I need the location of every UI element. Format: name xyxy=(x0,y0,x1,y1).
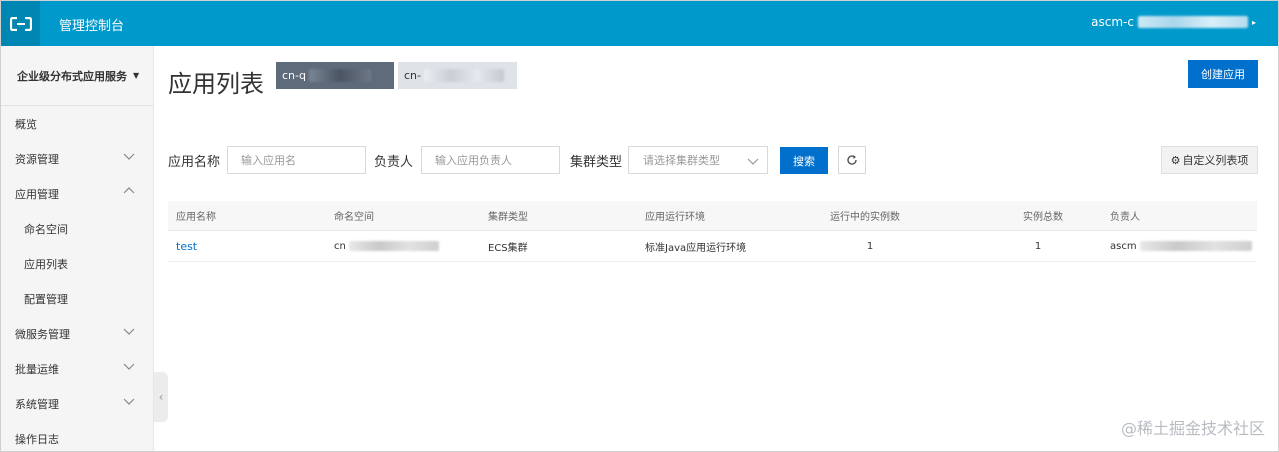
custom-columns-label: 自定义列表项 xyxy=(1182,154,1249,167)
cell-text: ECS集群 xyxy=(488,242,528,254)
cell-text: ascm xyxy=(1110,240,1137,252)
page-title: 应用列表 xyxy=(168,70,264,98)
application-table: 应用名称 命名空间 集群类型 应用运行环境 运行中的实例数 实例总数 负责人 test cn E… xyxy=(168,201,1257,262)
chevron-down-icon xyxy=(747,158,759,165)
sidebar-item[interactable]: 应用列表 xyxy=(1,246,153,281)
table-body: test cn ECS集群 标准Java应用运行环境 1 1 ascm xyxy=(168,231,1257,262)
region-tag[interactable]: cn- xyxy=(398,62,517,89)
chevron-down-icon xyxy=(123,398,135,405)
cloud-logo-icon[interactable] xyxy=(1,1,40,46)
table-cell-owner: ascm xyxy=(1110,231,1252,261)
product-title: 企业级分布式应用服务 xyxy=(17,69,127,83)
caret-down-icon: ▼ xyxy=(133,71,140,80)
cell-text: 1 xyxy=(1034,240,1042,252)
console-title[interactable]: 管理控制台 xyxy=(59,15,124,34)
user-menu-caret-icon: ▸ xyxy=(1251,17,1256,27)
gear-icon: ⚙ xyxy=(1170,153,1181,167)
region-tag-label: cn-q xyxy=(282,69,306,82)
column-header: 应用运行环境 xyxy=(645,212,705,223)
redacted-text xyxy=(1139,241,1252,251)
table-cell-namespace: cn xyxy=(334,231,439,261)
chevron-up-icon xyxy=(123,187,135,194)
table-cell-name: test xyxy=(176,231,197,261)
sidebar-item-label: 资源管理 xyxy=(15,152,59,166)
table-row[interactable]: test cn ECS集群 标准Java应用运行环境 1 1 ascm xyxy=(168,231,1257,262)
redacted-region xyxy=(308,69,371,82)
sidebar-item-label: 微服务管理 xyxy=(15,327,70,341)
redacted-account xyxy=(1137,16,1248,28)
table-cell-total: 1 xyxy=(1023,231,1053,261)
sidebar-item-label: 批量运维 xyxy=(15,362,59,376)
sidebar-menu: 概览资源管理应用管理命名空间应用列表配置管理微服务管理批量运维系统管理操作日志 xyxy=(1,106,153,452)
table-header: 应用名称 命名空间 集群类型 应用运行环境 运行中的实例数 实例总数 负责人 xyxy=(168,201,1257,231)
top-navigation-bar: 管理控制台 ascm-c ▸ xyxy=(1,1,1278,46)
sidebar-item[interactable]: 命名空间 xyxy=(1,211,153,246)
sidebar-item[interactable]: 系统管理 xyxy=(1,386,153,421)
table-cell-cluster: ECS集群 xyxy=(488,231,528,261)
refresh-icon xyxy=(847,155,857,165)
owner-input[interactable] xyxy=(421,146,560,174)
sidebar-item[interactable]: 微服务管理 xyxy=(1,316,153,351)
sidebar: 企业级分布式应用服务 ▼ 概览资源管理应用管理命名空间应用列表配置管理微服务管理… xyxy=(1,46,154,451)
search-button[interactable]: 搜索 xyxy=(780,147,828,174)
sidebar-item-label: 概览 xyxy=(15,117,37,131)
app-name-input[interactable] xyxy=(227,146,366,174)
sidebar-item-label: 应用管理 xyxy=(15,187,59,201)
user-account-name: ascm-c xyxy=(1091,15,1134,29)
chevron-down-icon xyxy=(123,363,135,370)
sidebar-item[interactable]: 应用管理 xyxy=(1,176,153,211)
sidebar-item[interactable]: 配置管理 xyxy=(1,281,153,316)
chevron-left-icon: ‹ xyxy=(158,390,164,404)
cell-text: 1 xyxy=(866,240,874,252)
sidebar-item-label: 系统管理 xyxy=(15,397,59,411)
application-link[interactable]: test xyxy=(176,240,197,253)
sidebar-item[interactable]: 资源管理 xyxy=(1,141,153,176)
chevron-down-icon xyxy=(123,153,135,160)
owner-label: 负责人 xyxy=(374,155,414,170)
sidebar-item[interactable]: 操作日志 xyxy=(1,421,153,452)
column-header: 集群类型 xyxy=(488,212,528,223)
product-switcher[interactable]: 企业级分布式应用服务 ▼ xyxy=(1,46,153,106)
table-cell-runtime: 标准Java应用运行环境 xyxy=(645,231,746,261)
column-header: 运行中的实例数 xyxy=(830,212,900,223)
sidebar-item-label: 操作日志 xyxy=(15,432,59,446)
region-tag-active[interactable]: cn-q xyxy=(276,62,394,89)
app-name-label: 应用名称 xyxy=(168,155,221,170)
cell-text: cn xyxy=(334,240,346,252)
user-menu[interactable]: ascm-c ▸ xyxy=(1091,15,1256,29)
cluster-type-select[interactable]: 请选择集群类型 xyxy=(628,146,768,174)
refresh-button[interactable] xyxy=(838,146,866,174)
sidebar-item-label: 命名空间 xyxy=(24,222,68,236)
sidebar-item[interactable]: 概览 xyxy=(1,106,153,141)
sidebar-item[interactable]: 批量运维 xyxy=(1,351,153,386)
watermark: @稀土掘金技术社区 xyxy=(1120,419,1265,438)
cluster-type-label: 集群类型 xyxy=(570,155,623,170)
column-header: 命名空间 xyxy=(334,212,374,223)
sidebar-item-label: 应用列表 xyxy=(24,257,68,271)
sidebar-item-label: 配置管理 xyxy=(24,292,68,306)
region-tag-label: cn- xyxy=(404,69,421,82)
column-header: 负责人 xyxy=(1110,212,1140,223)
cluster-type-placeholder: 请选择集群类型 xyxy=(643,154,720,167)
column-header: 实例总数 xyxy=(1023,212,1063,223)
redacted-region xyxy=(424,69,504,82)
cell-text: 标准Java应用运行环境 xyxy=(645,242,747,254)
table-cell-running: 1 xyxy=(830,231,910,261)
create-application-button[interactable]: 创建应用 xyxy=(1188,60,1258,88)
custom-columns-button[interactable]: ⚙ 自定义列表项 xyxy=(1161,146,1258,174)
chevron-down-icon xyxy=(123,328,135,335)
column-header: 应用名称 xyxy=(176,212,216,223)
sidebar-collapse-handle[interactable]: ‹ xyxy=(154,372,168,422)
redacted-text xyxy=(348,241,439,251)
